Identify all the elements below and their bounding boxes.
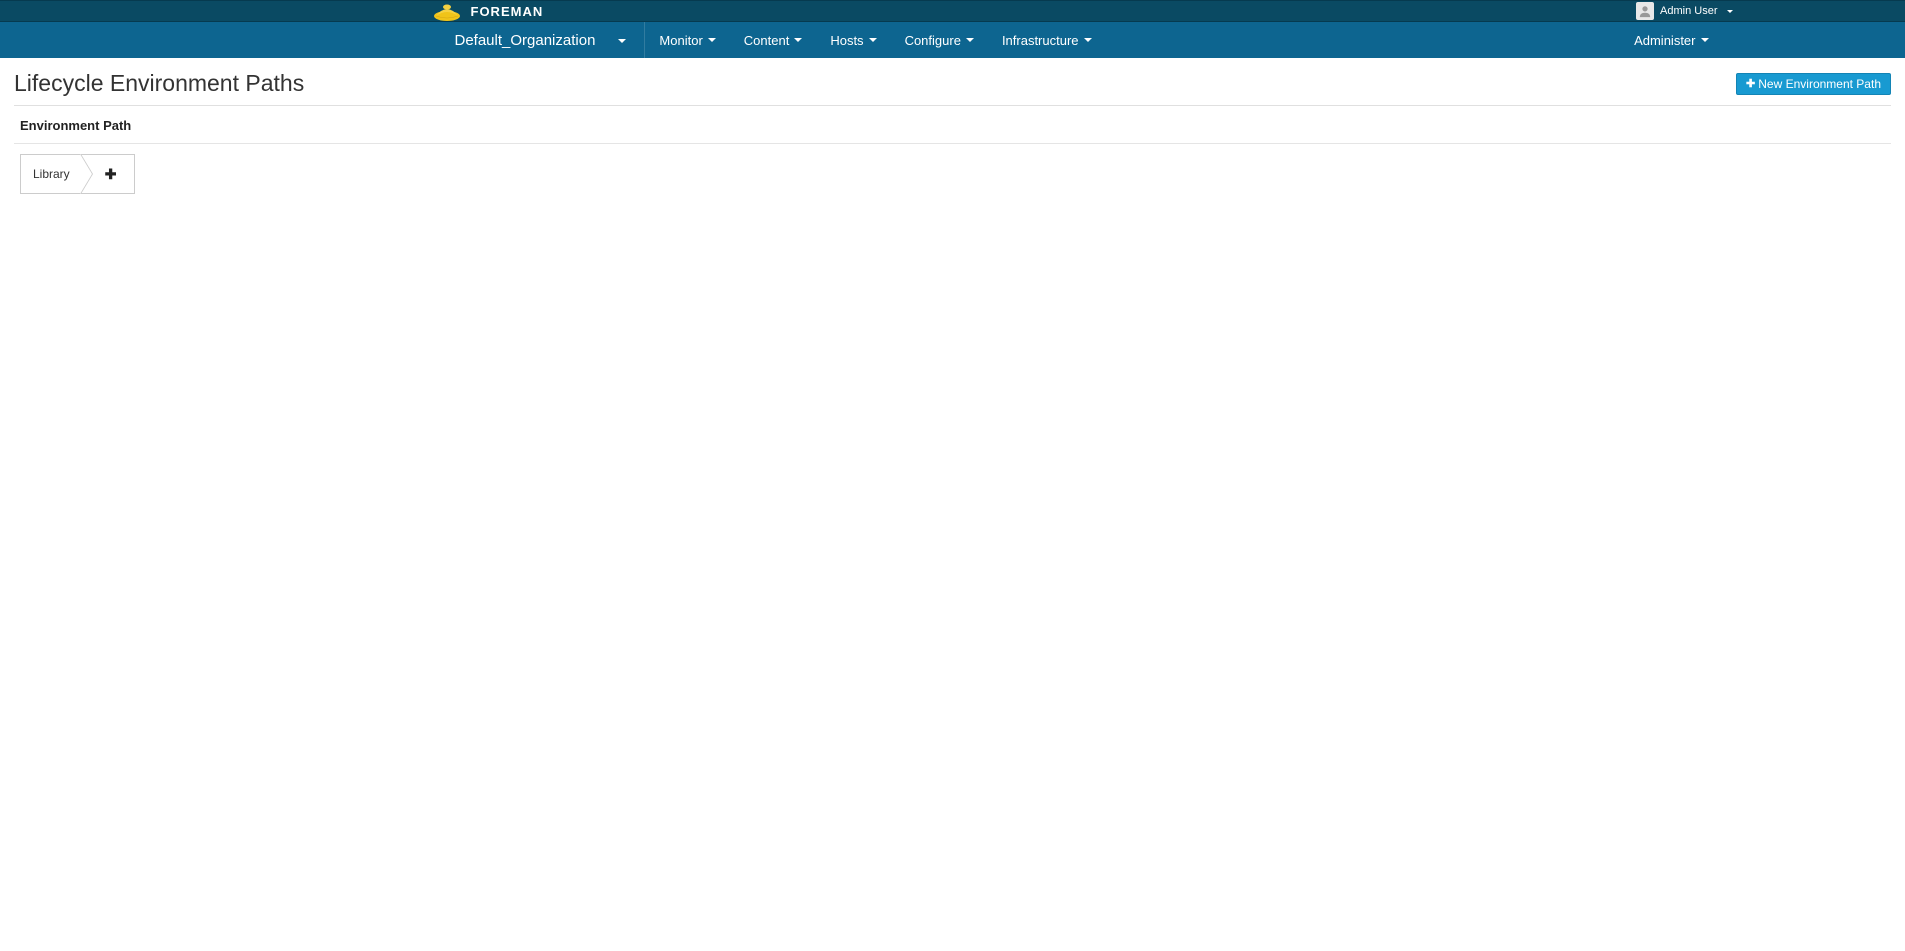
- caret-down-icon: [618, 39, 626, 43]
- navbar-right: Administer: [1620, 22, 1722, 58]
- caret-down-icon: [794, 38, 802, 42]
- env-segment-label: Library: [33, 167, 70, 181]
- avatar-icon: [1636, 2, 1654, 20]
- nav-label: Monitor: [659, 33, 702, 48]
- organization-label: Default_Organization: [455, 32, 596, 49]
- nav-label: Administer: [1634, 33, 1695, 48]
- environment-path-heading: Environment Path: [14, 106, 1891, 144]
- nav-item-content[interactable]: Content: [730, 22, 817, 58]
- nav-label: Infrastructure: [1002, 33, 1079, 48]
- caret-down-icon: [1701, 38, 1709, 42]
- env-segment-library[interactable]: Library: [20, 154, 80, 194]
- brand-name: FOREMAN: [471, 4, 544, 19]
- nav-item-infrastructure[interactable]: Infrastructure: [988, 22, 1106, 58]
- foreman-logo-icon: [433, 2, 461, 22]
- plus-icon: ✚: [1746, 77, 1755, 90]
- caret-down-icon: [869, 38, 877, 42]
- nav-label: Content: [744, 33, 790, 48]
- caret-down-icon: [966, 38, 974, 42]
- brand[interactable]: FOREMAN: [433, 0, 544, 22]
- caret-down-icon: [708, 38, 716, 42]
- page-header: Lifecycle Environment Paths ✚ New Enviro…: [14, 70, 1891, 106]
- plus-icon: ✚: [105, 166, 117, 183]
- caret-down-icon: [1727, 10, 1733, 13]
- organization-selector[interactable]: Default_Organization: [443, 22, 646, 58]
- nav-item-hosts[interactable]: Hosts: [816, 22, 890, 58]
- page-title: Lifecycle Environment Paths: [14, 70, 304, 97]
- new-environment-path-button[interactable]: ✚ New Environment Path: [1736, 73, 1891, 95]
- topbar: FOREMAN Admin User: [0, 0, 1905, 22]
- nav-item-administer[interactable]: Administer: [1620, 22, 1722, 58]
- nav-item-monitor[interactable]: Monitor: [645, 22, 729, 58]
- user-label: Admin User: [1660, 5, 1717, 17]
- nav-label: Hosts: [830, 33, 863, 48]
- environment-path: Library ✚: [14, 144, 1891, 194]
- page-section: Lifecycle Environment Paths ✚ New Enviro…: [0, 58, 1905, 194]
- nav-label: Configure: [905, 33, 961, 48]
- navbar: Default_Organization Monitor Content Hos…: [0, 22, 1905, 58]
- button-label: New Environment Path: [1758, 77, 1881, 91]
- user-menu[interactable]: Admin User: [1636, 2, 1732, 20]
- main-menu: Monitor Content Hosts Configure Infrastr…: [645, 22, 1105, 58]
- nav-item-configure[interactable]: Configure: [891, 22, 988, 58]
- caret-down-icon: [1084, 38, 1092, 42]
